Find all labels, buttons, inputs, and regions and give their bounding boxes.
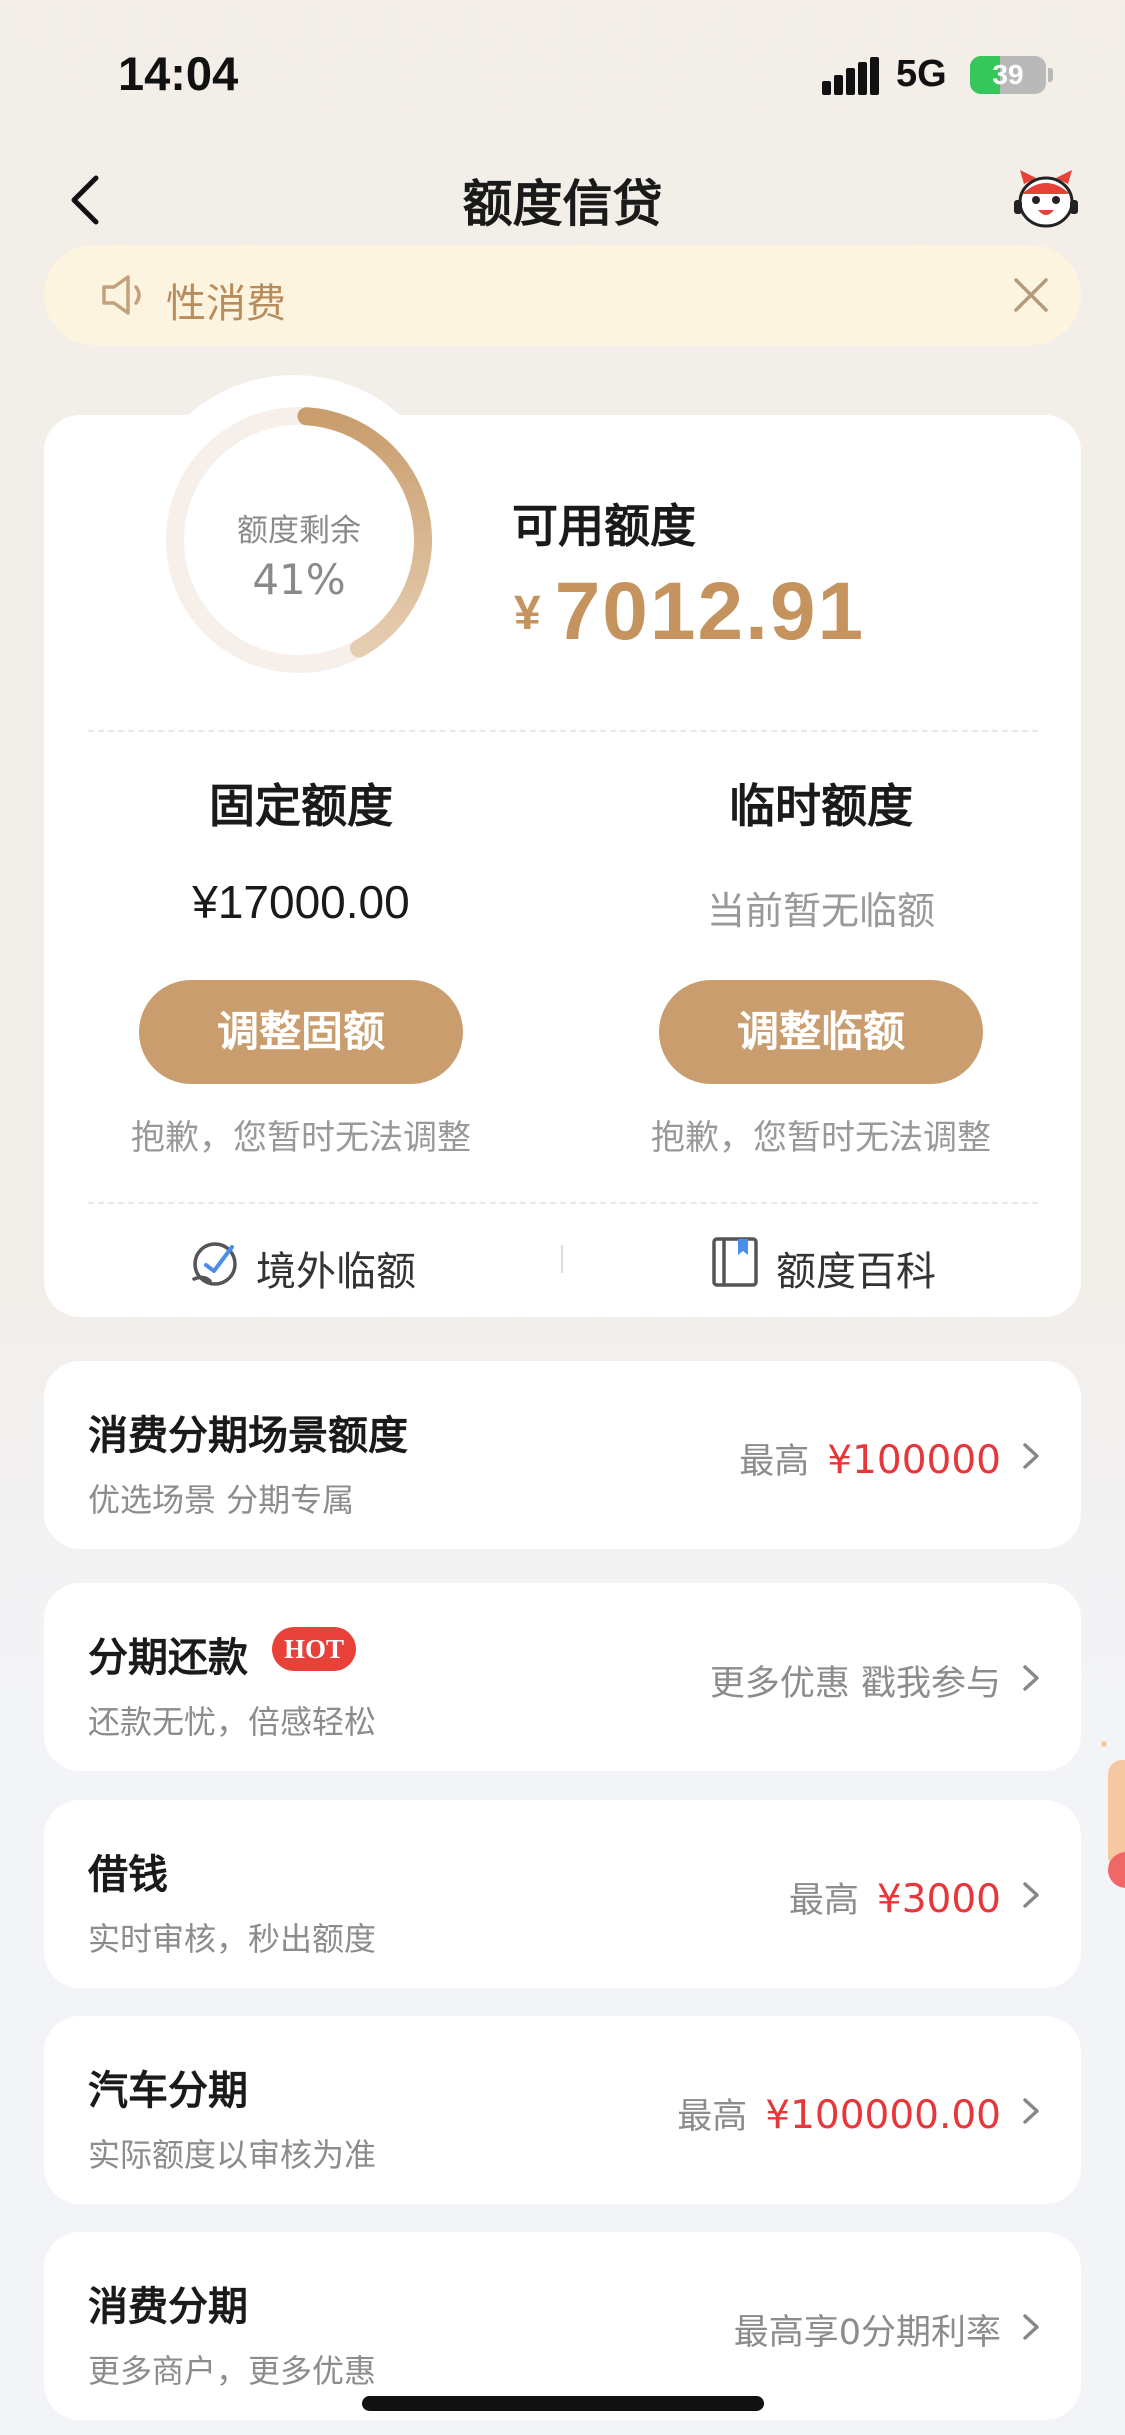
list-item[interactable]: 消费分期场景额度 优选场景 分期专属 最高 ¥100000 xyxy=(44,1361,1081,1549)
list-item-amount: ¥100000 xyxy=(827,1438,1001,1483)
list-item-subtitle: 还款无忧，倍感轻松 xyxy=(88,1703,377,1741)
floating-promo-icon[interactable] xyxy=(1098,1740,1125,1890)
adjust-fixed-button[interactable]: 调整固额 xyxy=(139,980,463,1084)
list-item-value: 最高 ¥3000 xyxy=(789,1872,1001,1923)
fixed-hint: 抱歉，您暂时无法调整 xyxy=(131,1118,471,1158)
credit-wiki-label: 额度百科 xyxy=(776,1249,936,1295)
credit-summary-card: 额度剩余 41% 可用额度 ¥7012.91 固定额度 ¥17000.00 调整… xyxy=(44,375,1081,1317)
link-separator xyxy=(561,1245,563,1273)
chevron-right-icon xyxy=(1023,1443,1039,1469)
chevron-right-icon xyxy=(1023,2098,1039,2124)
notice-bar[interactable]: 性消费 xyxy=(44,245,1081,345)
available-amount-value: 7012.91 xyxy=(554,566,866,657)
nav-bar: 额度信贷 xyxy=(0,150,1125,250)
fixed-credit-title: 固定额度 xyxy=(209,779,393,833)
list-item[interactable]: 分期还款 HOT 还款无忧，倍感轻松 更多优惠 戳我参与 xyxy=(44,1583,1081,1771)
ring-label: 额度剩余 xyxy=(237,513,361,549)
available-amount: ¥7012.91 xyxy=(514,565,865,659)
list-item-amount: ¥100000.00 xyxy=(765,2093,1001,2138)
ring-percent: 41% xyxy=(252,555,346,604)
list-item[interactable]: 借钱 实时审核，秒出额度 最高 ¥3000 xyxy=(44,1800,1081,1988)
list-item-subtitle: 优选场景 分期专属 xyxy=(88,1481,355,1519)
cellular-signal-icon xyxy=(822,57,880,95)
list-item[interactable]: 汽车分期 实际额度以审核为准 最高 ¥100000.00 xyxy=(44,2016,1081,2204)
temporary-credit-value: 当前暂无临额 xyxy=(706,889,935,933)
hot-badge: HOT xyxy=(272,1627,356,1671)
temporary-credit-title: 临时额度 xyxy=(729,779,913,833)
list-item-title: 汽车分期 xyxy=(88,2068,248,2114)
list-item-prefix: 最高享0分期利率 xyxy=(733,2313,1001,2353)
list-item-prefix: 更多优惠 戳我参与 xyxy=(709,1664,1001,1704)
list-item-title: 借钱 xyxy=(88,1852,168,1898)
adjust-temporary-button[interactable]: 调整临额 xyxy=(659,980,983,1084)
list-item-subtitle: 更多商户，更多优惠 xyxy=(88,2352,377,2390)
book-icon xyxy=(712,1237,758,1287)
list-item-prefix: 最高 xyxy=(739,1442,810,1482)
divider xyxy=(88,1202,1038,1204)
close-icon[interactable] xyxy=(1006,270,1056,320)
list-item[interactable]: 消费分期 更多商户，更多优惠 最高享0分期利率 xyxy=(44,2232,1081,2420)
battery-tip xyxy=(1048,68,1053,82)
list-item-title: 分期还款 xyxy=(88,1635,248,1681)
status-bar: 14:04 5G 39 xyxy=(0,0,1125,140)
speaker-icon xyxy=(102,275,141,315)
battery-level: 39 xyxy=(992,59,1024,90)
list-item-value: 最高 ¥100000 xyxy=(739,1433,1001,1484)
plane-globe-icon xyxy=(192,1242,237,1286)
list-item-title: 消费分期场景额度 xyxy=(88,1413,408,1459)
credit-wiki-link[interactable]: 额度百科 xyxy=(708,1235,1008,1295)
overseas-credit-label: 境外临额 xyxy=(256,1249,416,1295)
home-indicator xyxy=(362,2396,764,2411)
temporary-hint: 抱歉，您暂时无法调整 xyxy=(651,1118,991,1158)
notice-text: 性消费 xyxy=(166,281,286,327)
chevron-right-icon xyxy=(1023,1882,1039,1908)
chevron-right-icon xyxy=(1023,2314,1039,2340)
overseas-credit-link[interactable]: 境外临额 xyxy=(188,1235,488,1295)
list-item-prefix: 最高 xyxy=(788,1881,859,1921)
list-item-prefix: 最高 xyxy=(677,2097,748,2137)
list-item-subtitle: 实际额度以审核为准 xyxy=(88,2136,377,2174)
status-time: 14:04 xyxy=(118,47,239,100)
network-type: 5G xyxy=(896,53,947,95)
list-item-title: 消费分期 xyxy=(88,2284,248,2330)
mascot-icon xyxy=(1014,170,1078,228)
mascot-button[interactable] xyxy=(1010,164,1082,236)
list-item-subtitle: 实时审核，秒出额度 xyxy=(88,1920,377,1958)
battery-icon: 39 xyxy=(970,56,1046,94)
divider xyxy=(88,730,1038,732)
list-item-value: 最高享0分期利率 xyxy=(734,2304,1001,2355)
available-label: 可用额度 xyxy=(512,499,696,553)
list-item-value: 更多优惠 戳我参与 xyxy=(710,1655,1001,1706)
chevron-right-icon xyxy=(1023,1665,1039,1691)
list-item-value: 最高 ¥100000.00 xyxy=(677,2088,1001,2139)
list-item-amount: ¥3000 xyxy=(876,1877,1001,1922)
currency-symbol: ¥ xyxy=(514,587,541,640)
page-title: 额度信贷 xyxy=(462,175,663,233)
fixed-credit-value: ¥17000.00 xyxy=(192,876,410,928)
